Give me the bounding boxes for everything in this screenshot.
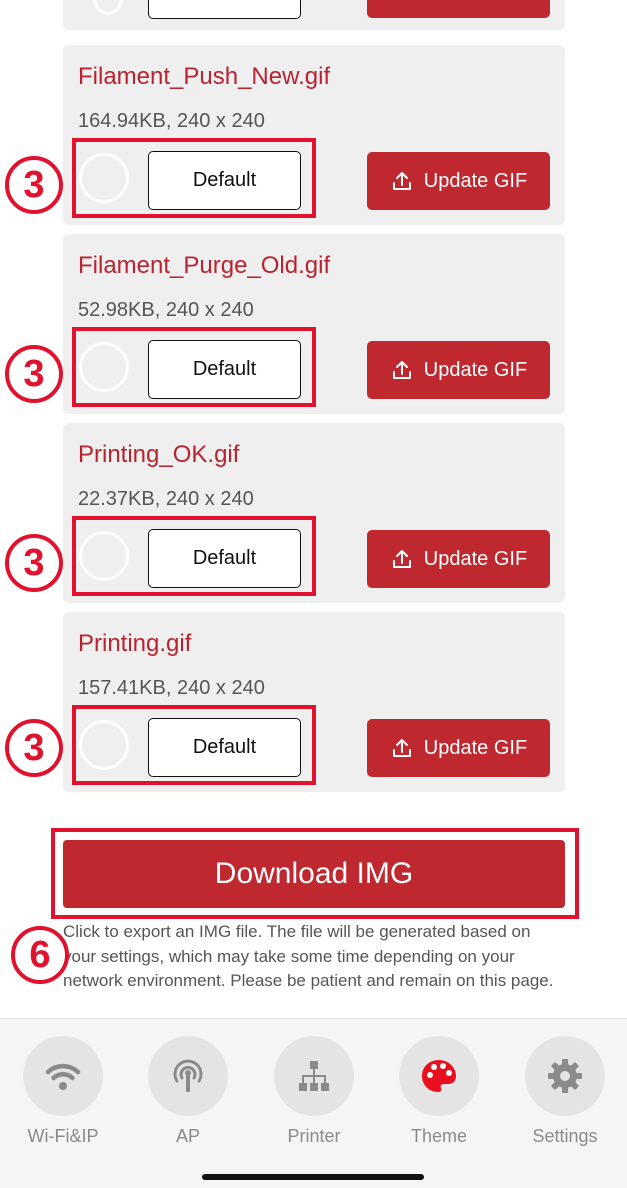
update-gif-label: Update GIF (423, 736, 528, 759)
update-gif-button[interactable]: Update GIF (367, 719, 550, 777)
nav-icon-circle (23, 1036, 103, 1116)
nav-icon-circle (525, 1036, 605, 1116)
theme-page: Filament_Push_New.gif 164.94KB, 240 x 24… (0, 0, 627, 1188)
update-gif-label: Update GIF (423, 547, 528, 570)
default-button-partial[interactable] (148, 0, 301, 19)
nav-icon-circle (399, 1036, 479, 1116)
antenna-icon (173, 1059, 203, 1092)
annotation-marker: 3 (5, 156, 63, 214)
nav-label: AP (175, 1126, 200, 1146)
nav-label: Wi-Fi&IP (27, 1126, 99, 1146)
file-meta: 164.94KB, 240 x 240 (78, 110, 265, 132)
default-button[interactable]: Default (148, 340, 301, 399)
upload-icon (392, 550, 411, 568)
update-gif-button[interactable]: Update GIF (367, 341, 550, 399)
default-button[interactable]: Default (148, 151, 301, 210)
upload-icon (392, 739, 411, 757)
select-radio[interactable] (79, 531, 129, 581)
file-card: Filament_Purge_Old.gif 52.98KB, 240 x 24… (63, 234, 565, 414)
update-gif-label: Update GIF (423, 358, 528, 381)
nav-item-settings[interactable]: Settings (510, 1036, 620, 1147)
file-card: Filament_Push_New.gif 164.94KB, 240 x 24… (63, 45, 565, 225)
file-name: Printing_OK.gif (78, 441, 240, 468)
default-button[interactable]: Default (148, 718, 301, 777)
upload-icon (392, 172, 411, 190)
wifi-icon (45, 1063, 81, 1090)
file-name: Filament_Purge_Old.gif (78, 252, 331, 279)
annotation-marker: 3 (5, 345, 63, 403)
file-name: Filament_Push_New.gif (78, 63, 331, 90)
nav-label: Printer (287, 1126, 341, 1146)
file-card-partial (63, 0, 565, 30)
nav-item-ap[interactable]: AP (133, 1036, 243, 1147)
update-gif-button-partial[interactable] (367, 0, 550, 18)
select-radio[interactable] (79, 720, 129, 770)
file-meta: 52.98KB, 240 x 240 (78, 299, 254, 321)
file-card: Printing.gif 157.41KB, 240 x 240 Default… (63, 612, 565, 792)
nav-label: Settings (532, 1126, 598, 1146)
nav-item-theme[interactable]: Theme (384, 1036, 494, 1147)
update-gif-button[interactable]: Update GIF (367, 530, 550, 588)
radio-partial[interactable] (93, 0, 123, 15)
file-name: Printing.gif (78, 630, 192, 657)
annotation-marker: 3 (5, 719, 63, 777)
annotation-marker: 3 (5, 534, 63, 592)
select-radio[interactable] (79, 342, 129, 392)
nav-icon-circle (274, 1036, 354, 1116)
gear-icon (548, 1059, 582, 1093)
update-gif-label: Update GIF (423, 169, 528, 192)
network-tree-icon (299, 1061, 329, 1091)
palette-icon (422, 1060, 456, 1092)
nav-item-wifi[interactable]: Wi-Fi&IP (8, 1036, 118, 1147)
home-indicator (202, 1174, 424, 1180)
file-meta: 157.41KB, 240 x 240 (78, 677, 265, 699)
default-button[interactable]: Default (148, 529, 301, 588)
upload-icon (392, 361, 411, 379)
file-card: Printing_OK.gif 22.37KB, 240 x 240 Defau… (63, 423, 565, 603)
bottom-nav: Wi-Fi&IP AP Printer Theme Settings (0, 1018, 627, 1188)
select-radio[interactable] (79, 153, 129, 203)
download-note: Click to export an IMG file. The file wi… (63, 922, 554, 990)
download-img-button[interactable]: Download IMG (63, 840, 565, 908)
nav-label: Theme (410, 1126, 468, 1146)
file-meta: 22.37KB, 240 x 240 (78, 488, 254, 510)
update-gif-button[interactable]: Update GIF (367, 152, 550, 210)
nav-icon-circle (148, 1036, 228, 1116)
nav-item-printer[interactable]: Printer (259, 1036, 369, 1147)
annotation-marker: 6 (11, 926, 69, 984)
